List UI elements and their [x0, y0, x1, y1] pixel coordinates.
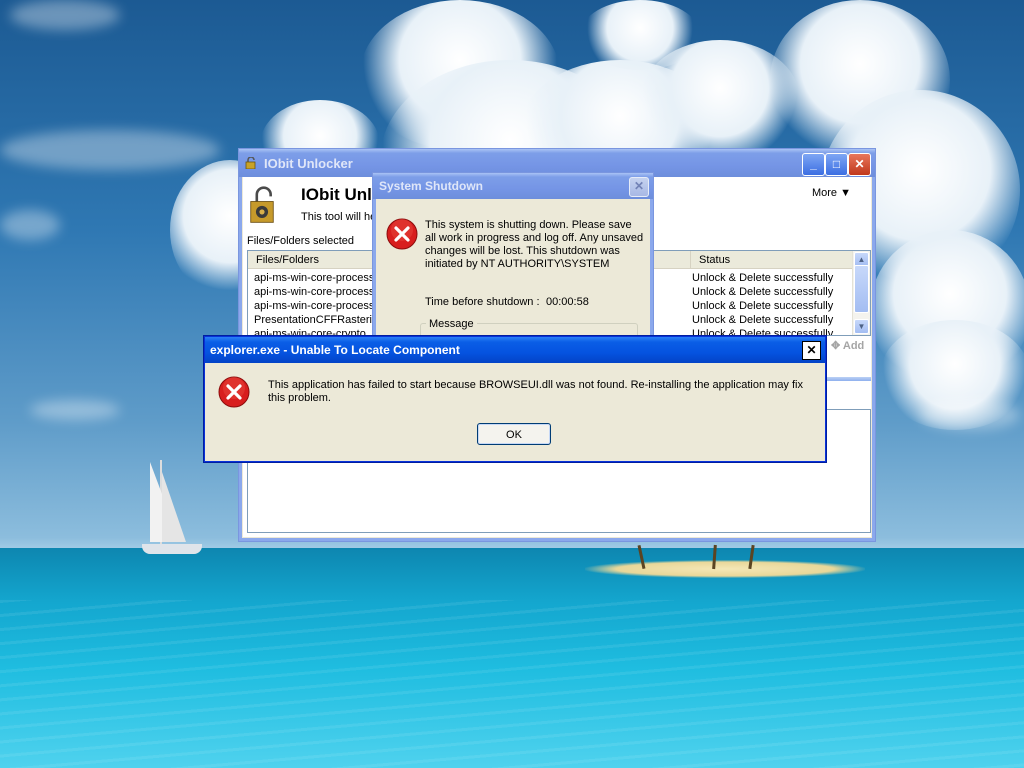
- cloud-streak: [0, 130, 220, 170]
- shutdown-body: This system is shutting down. Please sav…: [376, 199, 650, 355]
- cloud-streak: [10, 0, 120, 30]
- minimize-button[interactable]: _: [802, 153, 825, 176]
- files-selected-label: Files/Folders selected: [247, 235, 354, 247]
- cloud-streak: [30, 400, 120, 420]
- scroll-thumb[interactable]: [854, 265, 869, 313]
- message-group-label: Message: [426, 318, 477, 330]
- island: [585, 560, 865, 578]
- cloud-streak: [0, 210, 60, 240]
- error-title: explorer.exe - Unable To Locate Componen…: [210, 343, 460, 357]
- vertical-scrollbar[interactable]: ▲ ▼: [852, 251, 870, 335]
- lock-icon: [245, 157, 256, 169]
- triangle-down-icon: ▼: [840, 187, 851, 199]
- cloud-streak: [920, 400, 1020, 430]
- unable-to-locate-component-dialog[interactable]: explorer.exe - Unable To Locate Componen…: [204, 336, 826, 462]
- system-shutdown-dialog[interactable]: System Shutdown ✕ This system is shuttin…: [372, 172, 654, 355]
- file-cell: api-ms-win-core-processt: [254, 286, 378, 298]
- column-label: Files/Folders: [256, 254, 319, 266]
- file-cell: api-ms-win-core-processt: [254, 300, 378, 312]
- scroll-down-button[interactable]: ▼: [854, 319, 869, 334]
- time-before-shutdown-value: 00:00:58: [546, 296, 589, 308]
- app-subtitle: This tool will he: [301, 211, 377, 223]
- chevron-down-icon: ▼: [857, 322, 866, 331]
- error-title-bar[interactable]: explorer.exe - Unable To Locate Componen…: [205, 337, 825, 363]
- sea-glint: [0, 600, 1024, 768]
- iobit-title: IObit Unlocker: [264, 156, 353, 171]
- shutdown-message: This system is shutting down. Please sav…: [425, 219, 644, 270]
- status-cell: Unlock & Delete successfully: [692, 314, 834, 326]
- ok-button[interactable]: OK: [477, 423, 551, 445]
- close-button[interactable]: ✕: [802, 341, 821, 360]
- add-label: Add: [842, 340, 865, 352]
- status-cell: Unlock & Delete successfully: [692, 286, 834, 298]
- maximize-icon: □: [832, 157, 841, 171]
- close-button[interactable]: ✕: [848, 153, 871, 176]
- shutdown-title-bar[interactable]: System Shutdown ✕: [373, 173, 653, 199]
- file-cell: PresentationCFFRasteriz: [254, 314, 378, 326]
- status-cell: Unlock & Delete successfully: [692, 328, 834, 336]
- error-message: This application has failed to start bec…: [268, 379, 803, 404]
- chevron-up-icon: ▲: [857, 255, 866, 264]
- close-icon: ✕: [806, 343, 817, 357]
- status-cell: Unlock & Delete successfully: [692, 272, 834, 284]
- error-icon: [218, 376, 250, 408]
- sailboat-sail: [162, 472, 186, 542]
- maximize-button[interactable]: □: [825, 153, 848, 176]
- column-label: Status: [699, 254, 731, 266]
- lock-icon: [250, 186, 274, 223]
- close-button[interactable]: ✕: [629, 177, 649, 197]
- add-button[interactable]: ✥ Add: [831, 339, 864, 352]
- close-icon: ✕: [854, 157, 865, 171]
- column-header-status[interactable]: Status: [690, 251, 852, 269]
- more-label: More: [811, 187, 838, 199]
- more-menu[interactable]: More ▼: [812, 187, 851, 199]
- cloud: [580, 0, 700, 70]
- file-cell: api-ms-win-core-processe: [254, 272, 381, 284]
- shutdown-title: System Shutdown: [379, 179, 484, 193]
- app-name: IObit Unl: [301, 185, 372, 204]
- sailboat-hull: [142, 544, 202, 554]
- close-icon: ✕: [633, 179, 645, 193]
- minimize-icon: _: [810, 157, 817, 171]
- add-icon: ✥: [831, 340, 841, 352]
- time-before-shutdown-label: Time before shutdown :: [425, 296, 540, 308]
- status-cell: Unlock & Delete successfully: [692, 300, 834, 312]
- file-cell: api-ms-win-core-crypto: [254, 328, 366, 336]
- error-icon: [386, 218, 418, 250]
